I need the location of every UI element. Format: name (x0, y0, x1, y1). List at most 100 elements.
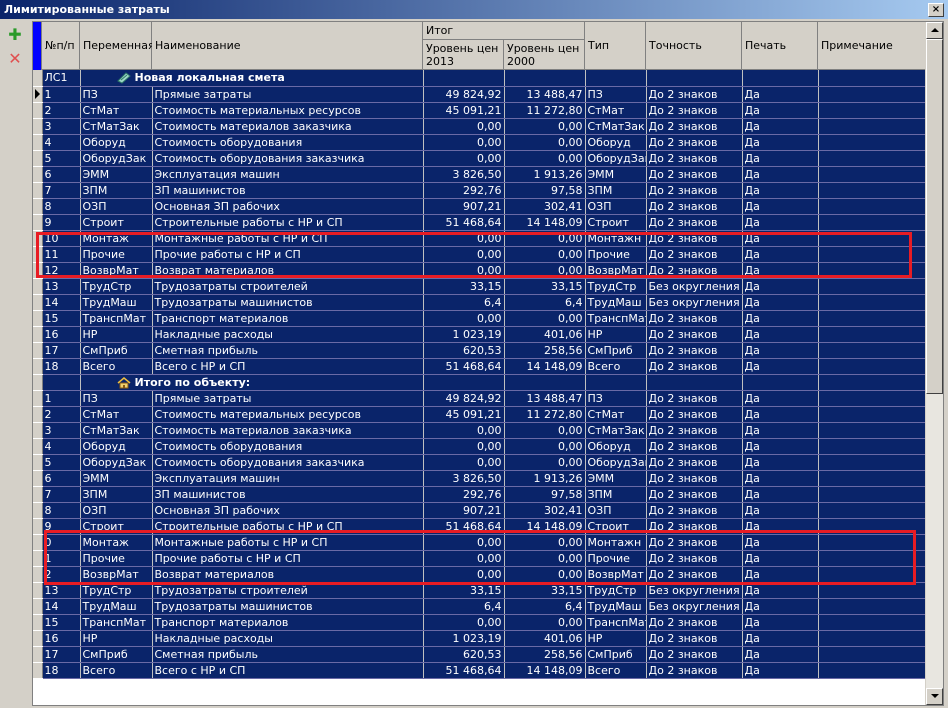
cell-note[interactable] (818, 422, 928, 439)
cell-var[interactable]: Прочие (80, 550, 153, 567)
cell-p2000[interactable]: 401,06 (504, 630, 586, 647)
table-row[interactable]: 9 Строит Строительные работы с НР и СП 51 4… (33, 518, 928, 535)
cell-print[interactable]: Да (742, 486, 819, 503)
cell-name[interactable]: Стоимость оборудования заказчика (152, 150, 424, 167)
cell-p2000[interactable]: 11 272,80 (504, 406, 586, 423)
row-indicator[interactable] (33, 262, 43, 279)
cell-type[interactable]: Монтажн (585, 534, 647, 551)
row-indicator[interactable] (33, 102, 43, 119)
cell-p2000[interactable]: 0,00 (504, 614, 586, 631)
cell-prec[interactable]: До 2 знаков (646, 630, 743, 647)
table-row[interactable]: 14 ТрудМаш Трудозатраты машинистов 6,4 6,4 Тр… (33, 294, 928, 311)
cell-p2000[interactable]: 0,00 (504, 262, 586, 279)
cell-p2000[interactable]: 6,4 (504, 294, 586, 311)
cell-type[interactable]: ТрудМаш (585, 598, 647, 615)
cell-p2000[interactable]: 33,15 (504, 278, 586, 295)
table-row[interactable]: 10 Монтаж Монтажные работы с НР и СП 0,00 0,… (33, 230, 928, 247)
table-row[interactable]: 7 ЗПМ ЗП машинистов 292,76 97,58 ЗПМ До 2 знак… (33, 486, 928, 503)
cell-var[interactable]: ЭММ (80, 470, 153, 487)
cell-print[interactable]: Да (742, 518, 819, 535)
cell-prec[interactable]: До 2 знаков (646, 342, 743, 359)
cell-p2000[interactable]: 97,58 (504, 182, 586, 199)
table-row[interactable]: 17 СмПриб Сметная прибыль 620,53 258,56 СмПри… (33, 646, 928, 663)
cell-p2013[interactable]: 0,00 (423, 438, 505, 455)
group-row[interactable]: Итого по объекту: (33, 374, 928, 391)
cell-type[interactable]: ОЗП (585, 502, 647, 519)
cell-print[interactable]: Да (742, 310, 819, 327)
cell-p2013[interactable]: 3 826,50 (423, 470, 505, 487)
cell-num[interactable]: 8 (42, 502, 81, 519)
col-header-variable[interactable]: Переменная (80, 22, 155, 70)
cell-var[interactable]: ТрудСтр (80, 278, 153, 295)
row-indicator[interactable] (33, 422, 43, 439)
cell-note[interactable] (818, 630, 928, 647)
cell-p2013[interactable]: 51 468,64 (423, 358, 505, 375)
cell-name[interactable]: Стоимость материалов заказчика (152, 118, 424, 135)
cell-note[interactable] (818, 598, 928, 615)
cell-name[interactable]: Всего с НР и СП (152, 662, 424, 679)
table-row[interactable]: 5 ОборудЗак Стоимость оборудования заказчи… (33, 150, 928, 167)
table-row[interactable]: 1 ПЗ Прямые затраты 49 824,92 13 488,47 ПЗ До … (33, 86, 928, 103)
cell-p2013[interactable]: 49 824,92 (423, 390, 505, 407)
table-row[interactable]: 2 СтМат Стоимость материальных ресурсов 45 … (33, 406, 928, 423)
cell-type[interactable]: СтМатЗак (585, 422, 647, 439)
cell-var[interactable]: Монтаж (80, 230, 153, 247)
table-row[interactable]: 12 ВозврМат Возврат материалов 0,00 0,00 Возв… (33, 262, 928, 279)
row-indicator[interactable] (33, 374, 43, 391)
cell-var[interactable]: НР (80, 630, 153, 647)
cell-note[interactable] (818, 278, 928, 295)
cell-print[interactable]: Да (742, 182, 819, 199)
row-indicator[interactable] (33, 630, 43, 647)
cell-prec[interactable]: До 2 знаков (646, 102, 743, 119)
row-indicator[interactable] (33, 230, 43, 247)
cell-type[interactable]: ТранспМат (585, 310, 647, 327)
cell-print[interactable]: Да (742, 422, 819, 439)
cell-type[interactable]: ВозврМат (585, 566, 647, 583)
cell-num[interactable]: 4 (42, 438, 81, 455)
cell-name[interactable]: Строительные работы с НР и СП (152, 518, 424, 535)
row-indicator[interactable] (33, 662, 43, 679)
cell-prec[interactable]: До 2 знаков (646, 118, 743, 135)
table-row[interactable]: 8 ОЗП Основная ЗП рабочих 907,21 302,41 ОЗП До… (33, 502, 928, 519)
cell-var[interactable]: ВозврМат (80, 566, 153, 583)
cell-var[interactable]: СмПриб (80, 646, 153, 663)
cell-p2000[interactable]: 14 148,09 (504, 518, 586, 535)
cell-type[interactable]: СтМат (585, 102, 647, 119)
cell-type[interactable]: ЭММ (585, 166, 647, 183)
cell-note[interactable] (818, 326, 928, 343)
cell-num[interactable]: 1 (42, 86, 81, 103)
vertical-scrollbar[interactable] (925, 22, 943, 705)
table-row[interactable]: 13 ТрудСтр Трудозатраты строителей 33,15 33,… (33, 582, 928, 599)
close-button[interactable]: × (928, 3, 944, 17)
cell-type[interactable]: Строит (585, 214, 647, 231)
row-indicator[interactable] (33, 534, 43, 551)
row-indicator[interactable] (33, 86, 43, 103)
row-indicator[interactable] (33, 470, 43, 487)
cell-name[interactable]: Основная ЗП рабочих (152, 502, 424, 519)
table-row[interactable]: 6 ЭММ Эксплуатация машин 3 826,50 1 913,26 ЭМ… (33, 470, 928, 487)
cell-var[interactable]: Строит (80, 518, 153, 535)
table-row[interactable]: 0 Монтаж Монтажные работы с НР и СП 0,00 0,0… (33, 534, 928, 551)
cell-name[interactable]: Трудозатраты строителей (152, 582, 424, 599)
cell-name[interactable]: Эксплуатация машин (152, 470, 424, 487)
cell-type[interactable]: НР (585, 630, 647, 647)
cell-prec[interactable]: Без округления (646, 582, 743, 599)
row-indicator[interactable] (33, 214, 43, 231)
cell-type[interactable]: ЭММ (585, 470, 647, 487)
cell-note[interactable] (818, 102, 928, 119)
table-row[interactable]: 11 Прочие Прочие работы с НР и СП 0,00 0,00 П… (33, 246, 928, 263)
row-indicator[interactable] (33, 502, 43, 519)
cell-name[interactable]: Прямые затраты (152, 390, 424, 407)
cell-p2000[interactable]: 0,00 (504, 454, 586, 471)
cell-num[interactable]: 15 (42, 310, 81, 327)
cell-note[interactable] (818, 470, 928, 487)
row-indicator[interactable] (33, 294, 43, 311)
cell-p2013[interactable]: 3 826,50 (423, 166, 505, 183)
cell-p2013[interactable]: 292,76 (423, 486, 505, 503)
cell-note[interactable] (818, 518, 928, 535)
cell-var[interactable]: ЗПМ (80, 486, 153, 503)
cell-prec[interactable]: До 2 знаков (646, 550, 743, 567)
cell-note[interactable] (818, 246, 928, 263)
cell-num[interactable]: 3 (42, 422, 81, 439)
cell-num[interactable]: 4 (42, 134, 81, 151)
